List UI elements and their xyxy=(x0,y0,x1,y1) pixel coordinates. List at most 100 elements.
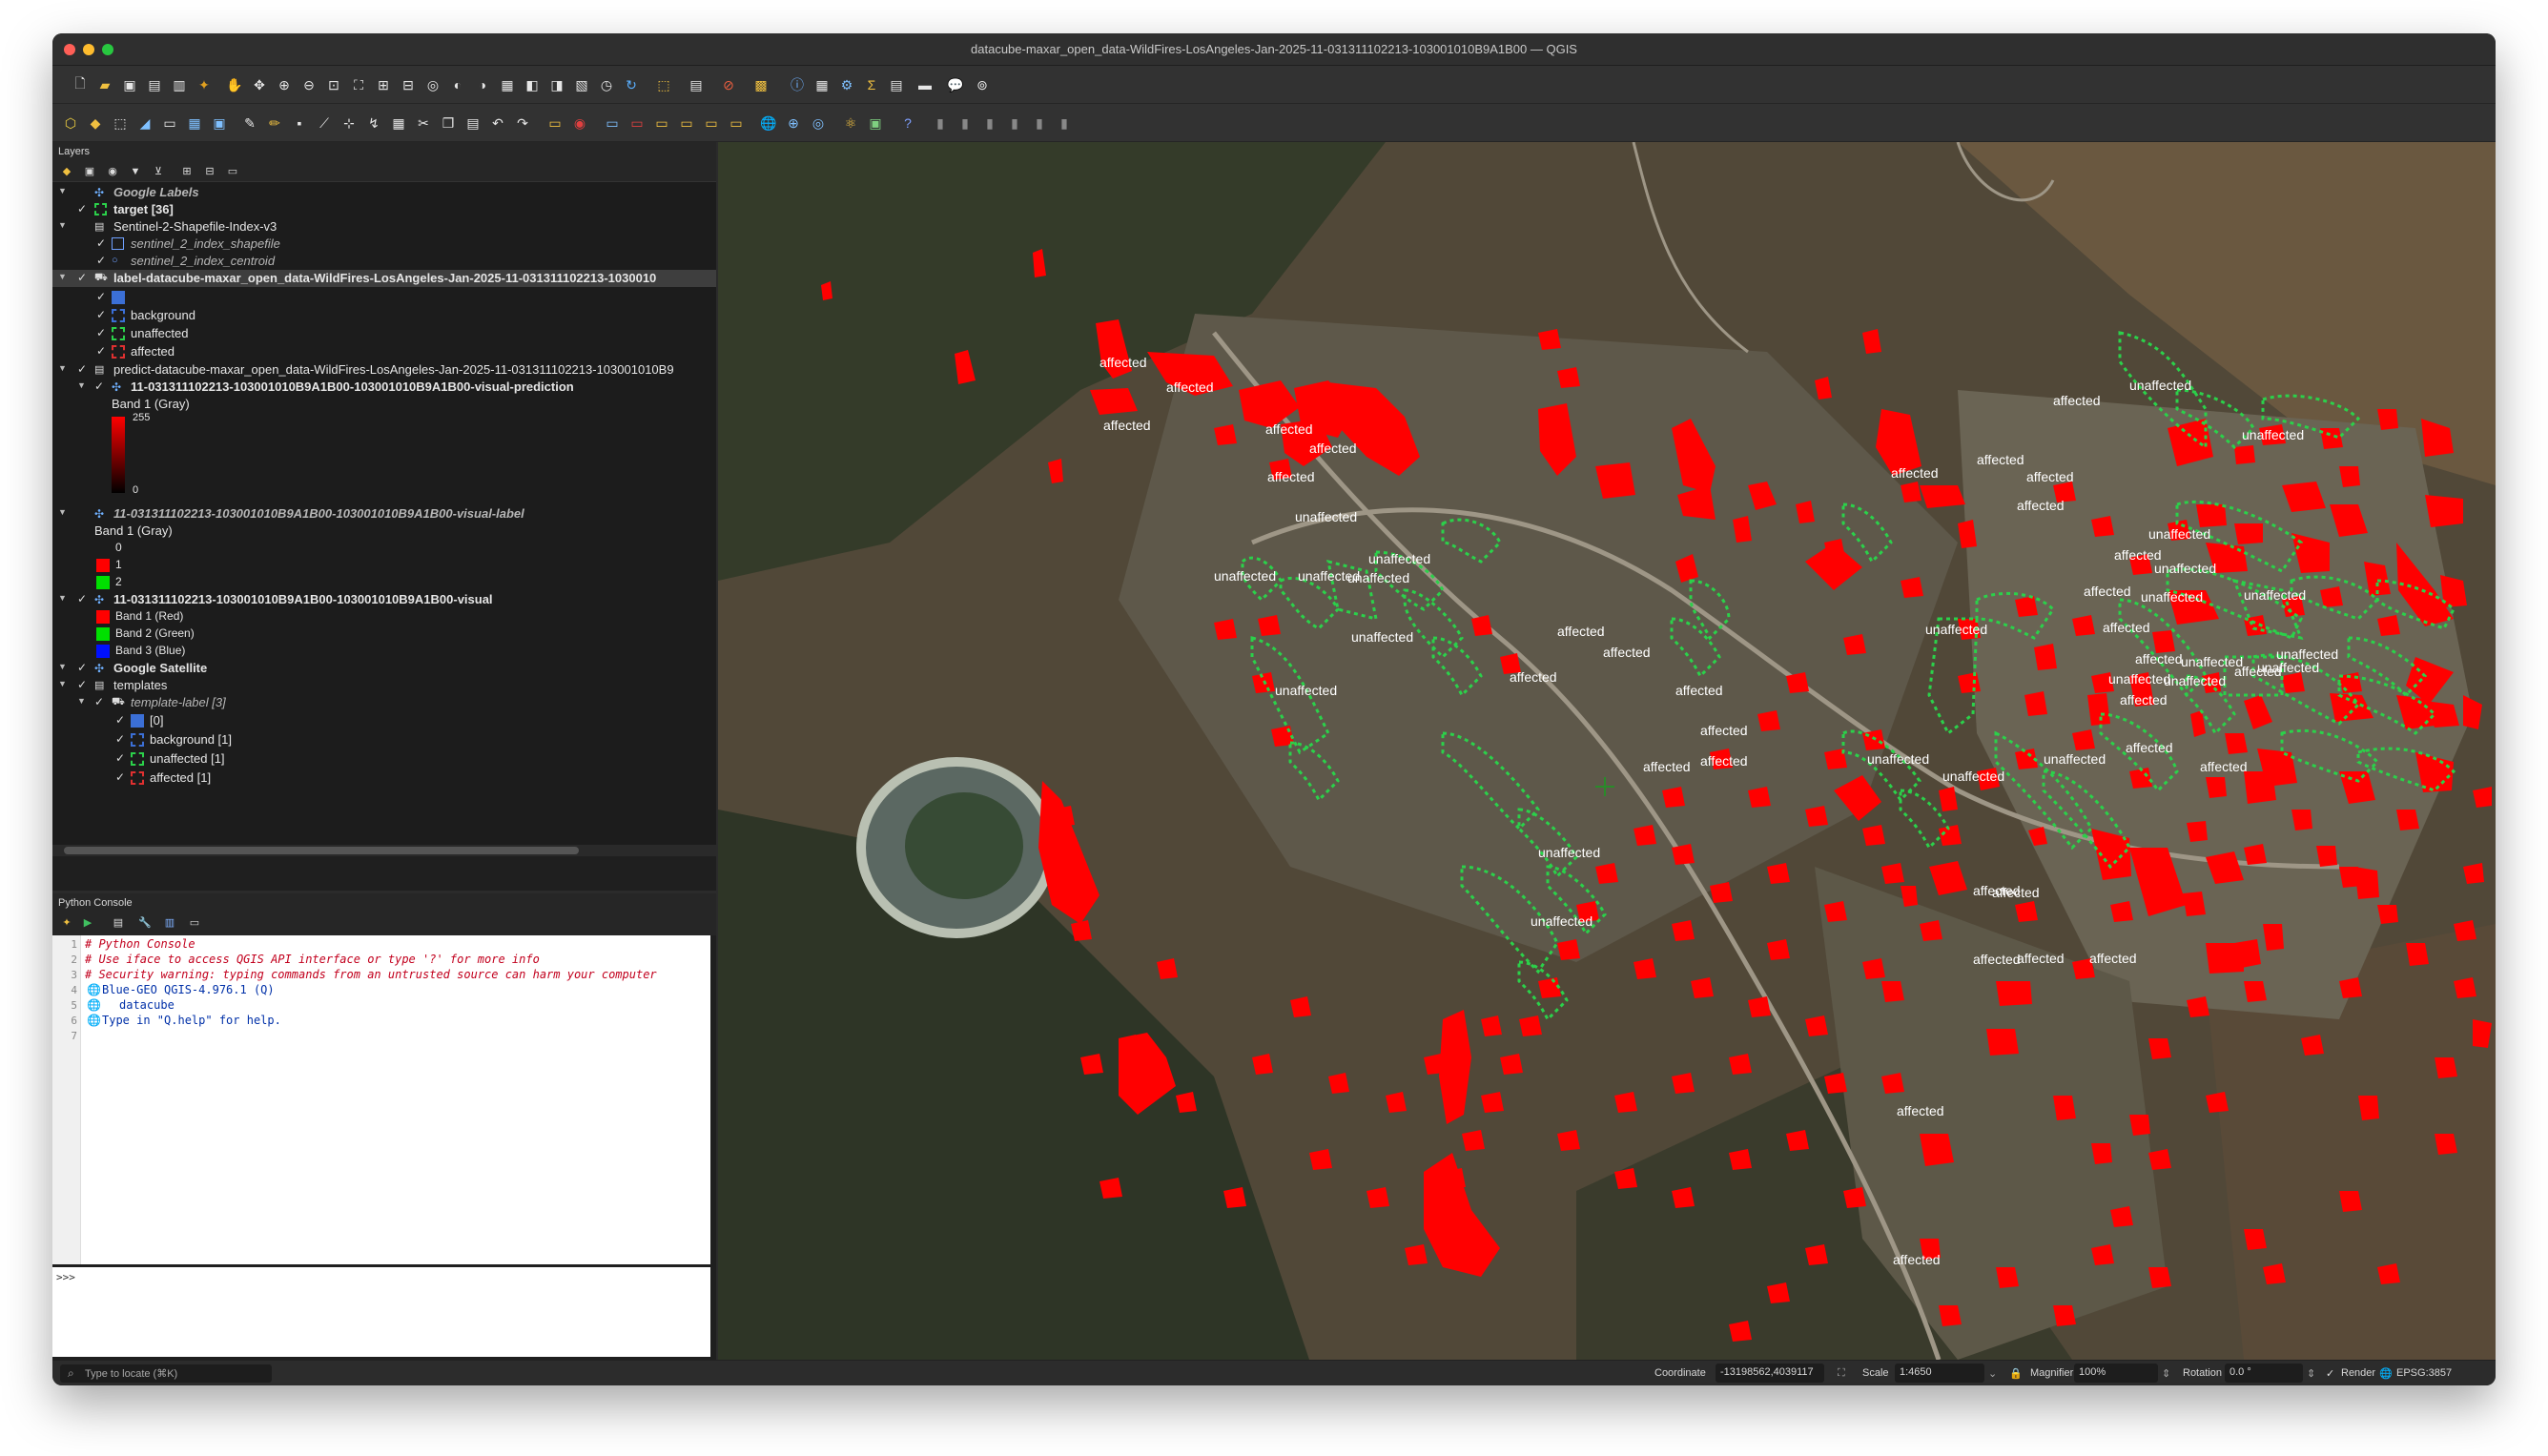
attribute-table-icon[interactable]: ▦ xyxy=(812,74,832,95)
options-icon[interactable]: 🔧 xyxy=(138,916,152,930)
class-checkbox[interactable]: ✓ xyxy=(96,326,106,339)
console-input[interactable]: >>> xyxy=(52,1267,710,1357)
class-unlabeled[interactable]: ✓ xyxy=(52,289,716,306)
collapse-arrow-icon[interactable]: ▼ xyxy=(58,186,67,195)
add-feature-icon[interactable]: ⟋ xyxy=(314,113,335,133)
processing-toolbox-icon[interactable]: ⚙ xyxy=(836,74,857,95)
layer-checkbox[interactable]: ✓ xyxy=(96,254,106,267)
layer-target[interactable]: ✓ target [36] xyxy=(52,201,716,218)
help-console-icon[interactable]: ▥ xyxy=(163,916,176,930)
bookmark-icon[interactable]: ◨ xyxy=(546,74,567,95)
map-canvas[interactable]: affected affected affected affected affe… xyxy=(718,142,2496,1360)
expand-all-icon[interactable]: ⊞ xyxy=(180,165,194,178)
layer-checkbox[interactable]: ✓ xyxy=(77,362,87,376)
web-services-icon[interactable]: ⊕ xyxy=(783,113,804,133)
collapse-arrow-icon[interactable]: ▼ xyxy=(58,363,67,373)
label-tool-icon[interactable]: ▭ xyxy=(545,113,565,133)
coordinate-field[interactable]: -13198562,4039117 xyxy=(1716,1364,1824,1383)
layer-checkbox[interactable]: ✓ xyxy=(96,236,106,250)
zoom-rubberband-icon[interactable]: ⊡ xyxy=(323,74,344,95)
field-calculator-icon[interactable]: ▤ xyxy=(886,74,907,95)
style-manager-icon[interactable]: ✦ xyxy=(194,74,215,95)
scrollbar-thumb[interactable] xyxy=(64,847,579,854)
layer-label-datacube[interactable]: ▼ ✓ ⛟ label-datacube-maxar_open_data-WildFi… xyxy=(52,270,716,287)
class-checkbox[interactable]: ✓ xyxy=(115,732,125,746)
digitize-tool-4-icon[interactable]: ▮ xyxy=(1004,113,1025,133)
refresh-icon[interactable]: ↻ xyxy=(621,74,642,95)
collapse-arrow-icon[interactable]: ▼ xyxy=(58,220,67,230)
plugin-icon[interactable]: ▣ xyxy=(865,113,886,133)
toggle-editing-icon[interactable]: ✏ xyxy=(264,113,285,133)
label-properties-icon[interactable]: ▭ xyxy=(726,113,747,133)
class-checkbox[interactable]: ✓ xyxy=(115,751,125,765)
zoom-out-icon[interactable]: ⊖ xyxy=(298,74,319,95)
show-editor-icon[interactable]: ▤ xyxy=(112,916,125,930)
class-unaffected[interactable]: ✓ unaffected xyxy=(52,325,716,342)
magnifier-field[interactable]: 100% xyxy=(2074,1364,2158,1383)
digitize-tool-6-icon[interactable]: ▮ xyxy=(1054,113,1075,133)
pan-icon[interactable]: ✋ xyxy=(224,74,245,95)
undo-icon[interactable]: ↶ xyxy=(487,113,508,133)
open-layer-styling-icon[interactable]: ◆ xyxy=(60,165,73,178)
zoom-last-icon[interactable]: ◐ xyxy=(447,74,468,95)
select-features-icon[interactable]: ⬚ xyxy=(653,74,674,95)
show-hide-labels-icon[interactable]: ▭ xyxy=(627,113,647,133)
lock-scale-icon[interactable]: 🔒 xyxy=(2009,1367,2023,1380)
paste-features-icon[interactable]: ▤ xyxy=(462,113,483,133)
collapse-arrow-icon[interactable]: ▼ xyxy=(58,679,67,688)
zoom-next-icon[interactable]: ◑ xyxy=(472,74,493,95)
copy-features-icon[interactable]: ❐ xyxy=(438,113,459,133)
move-label-icon[interactable]: ▭ xyxy=(651,113,672,133)
zoom-layer-icon[interactable]: ⊟ xyxy=(398,74,419,95)
satellite-map[interactable]: affected affected affected affected affe… xyxy=(718,142,2496,1360)
layer-checkbox[interactable]: ✓ xyxy=(94,379,104,393)
locator-search[interactable]: ⌕ Type to locate (⌘K) xyxy=(60,1364,272,1383)
measure-line-icon[interactable]: ▬ xyxy=(914,74,935,95)
layer-checkbox[interactable]: ✓ xyxy=(77,592,87,605)
zoom-selection-icon[interactable]: ⊞ xyxy=(373,74,394,95)
temporal-controller-icon[interactable]: ◷ xyxy=(596,74,617,95)
group-templates[interactable]: ▼ ✓ ▤ templates xyxy=(52,677,716,694)
change-label-icon[interactable]: ▭ xyxy=(701,113,722,133)
layer-google-satellite[interactable]: ▼ ✓ ✣ Google Satellite xyxy=(52,660,716,677)
layer-checkbox[interactable]: ✓ xyxy=(77,678,87,691)
collapse-arrow-icon[interactable]: ▼ xyxy=(77,696,86,706)
pin-labels-icon[interactable]: ▭ xyxy=(602,113,623,133)
layer-checkbox[interactable]: ✓ xyxy=(77,271,87,284)
add-wms-icon[interactable]: ▭ xyxy=(159,113,180,133)
help-icon[interactable]: ? xyxy=(897,113,918,133)
python-console-icon[interactable]: ⚛ xyxy=(840,113,861,133)
dock-icon[interactable]: ▭ xyxy=(188,916,201,930)
layer-sentinel-centroid[interactable]: ✓ ○ sentinel_2_index_centroid xyxy=(52,253,716,270)
layer-google-labels[interactable]: ▼ ✣ Google Labels xyxy=(52,184,716,201)
crs-globe-icon[interactable]: 🌐 xyxy=(2379,1367,2393,1380)
run-command-icon[interactable]: ▶ xyxy=(81,916,94,930)
digitize-tool-5-icon[interactable]: ▮ xyxy=(1029,113,1050,133)
collapse-all-icon[interactable]: ⊟ xyxy=(203,165,216,178)
digitize-icon[interactable]: ⬡ xyxy=(60,113,81,133)
digitize-tool-1-icon[interactable]: ▮ xyxy=(930,113,951,133)
redo-icon[interactable]: ↷ xyxy=(512,113,533,133)
layer-visual-prediction[interactable]: ▼ ✓ ✣ 11-031311102213-103001010B9A1B00-1030… xyxy=(52,379,716,396)
class-background[interactable]: ✓ background xyxy=(52,307,716,324)
class-checkbox[interactable]: ✓ xyxy=(96,308,106,321)
template-class-background[interactable]: ✓ background [1] xyxy=(52,731,716,749)
clear-console-icon[interactable]: ✦ xyxy=(60,916,73,930)
filter-legend-icon[interactable]: ▼ xyxy=(129,165,142,178)
vertex-tool-icon[interactable]: ⊹ xyxy=(339,113,360,133)
group-predict-datacube[interactable]: ▼ ✓ ▤ predict-datacube-maxar_open_data-Wild… xyxy=(52,361,716,379)
collapse-arrow-icon[interactable]: ▼ xyxy=(77,380,86,390)
class-checkbox[interactable]: ✓ xyxy=(115,713,125,727)
layer-visual[interactable]: ▼ ✓ ✣ 11-031311102213-103001010B9A1B00-1030… xyxy=(52,591,716,608)
group-sentinel-2[interactable]: ▼ ▤ Sentinel-2-Shapefile-Index-v3 xyxy=(52,218,716,236)
class-checkbox[interactable]: ✓ xyxy=(115,770,125,784)
new-map-view-icon[interactable]: ▦ xyxy=(497,74,518,95)
magnifier-stepper-icon[interactable]: ⇕ xyxy=(2162,1367,2170,1380)
cut-features-icon[interactable]: ✂ xyxy=(413,113,434,133)
rotation-field[interactable]: 0.0 ° xyxy=(2225,1364,2303,1383)
filter-by-expression-icon[interactable]: ⊻ xyxy=(152,165,165,178)
select-by-value-icon[interactable]: ▤ xyxy=(686,74,707,95)
digitize-tool-3-icon[interactable]: ▮ xyxy=(979,113,1000,133)
save-as-icon[interactable]: ▤ xyxy=(144,74,165,95)
rotate-label-icon[interactable]: ▭ xyxy=(676,113,697,133)
